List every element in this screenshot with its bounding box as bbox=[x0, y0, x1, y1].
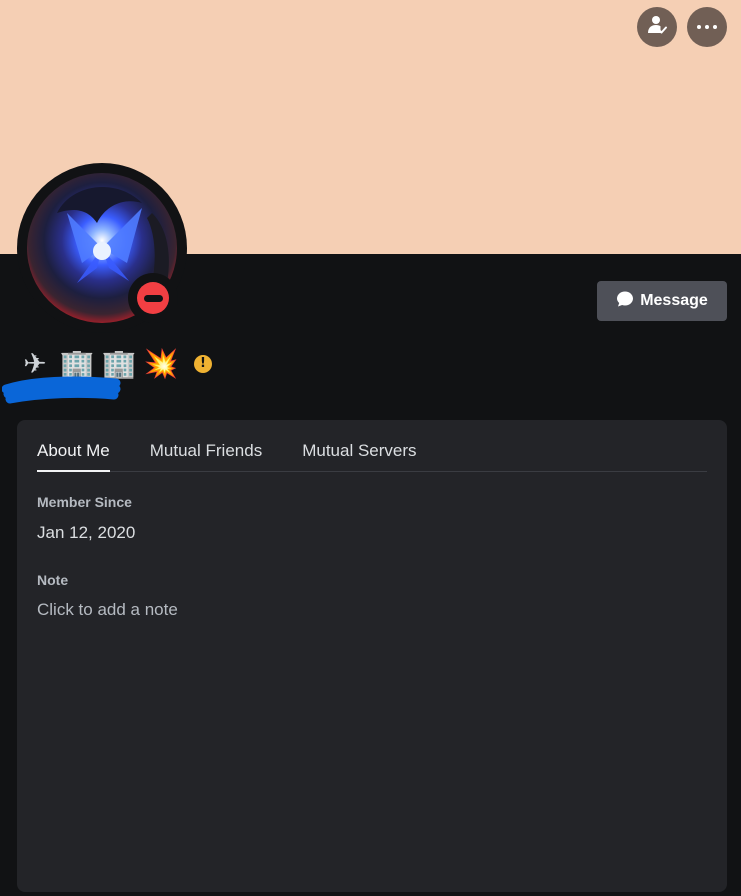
more-options-button[interactable] bbox=[687, 7, 727, 47]
member-since-value: Jan 12, 2020 bbox=[37, 523, 136, 542]
tab-mutual-servers[interactable]: Mutual Servers bbox=[302, 440, 416, 472]
profile-tabs: About Me Mutual Friends Mutual Servers bbox=[37, 440, 707, 472]
note-field[interactable]: Click to add a note bbox=[37, 600, 707, 626]
chat-bubble-icon bbox=[616, 290, 634, 313]
ellipsis-icon bbox=[697, 25, 717, 29]
message-button-label: Message bbox=[640, 292, 708, 309]
note-title: Note bbox=[37, 572, 69, 588]
collision-emoji: 💥 bbox=[143, 347, 179, 380]
message-button[interactable]: Message bbox=[597, 281, 727, 321]
member-since-title: Member Since bbox=[37, 494, 132, 510]
do-not-disturb-icon bbox=[137, 282, 169, 314]
warning-icon[interactable]: ! bbox=[194, 355, 212, 373]
redaction-scribble bbox=[2, 376, 121, 404]
status-indicator bbox=[128, 273, 178, 323]
tab-about-me[interactable]: About Me bbox=[37, 440, 110, 472]
user-profile: Message ✈ 🏢 🏢 💥 ! About Me Mutual Friend… bbox=[0, 0, 741, 896]
tab-mutual-friends[interactable]: Mutual Friends bbox=[150, 440, 262, 472]
profile-details-card: About Me Mutual Friends Mutual Servers M… bbox=[17, 420, 727, 892]
person-check-icon bbox=[646, 14, 668, 41]
friend-status-button[interactable] bbox=[637, 7, 677, 47]
